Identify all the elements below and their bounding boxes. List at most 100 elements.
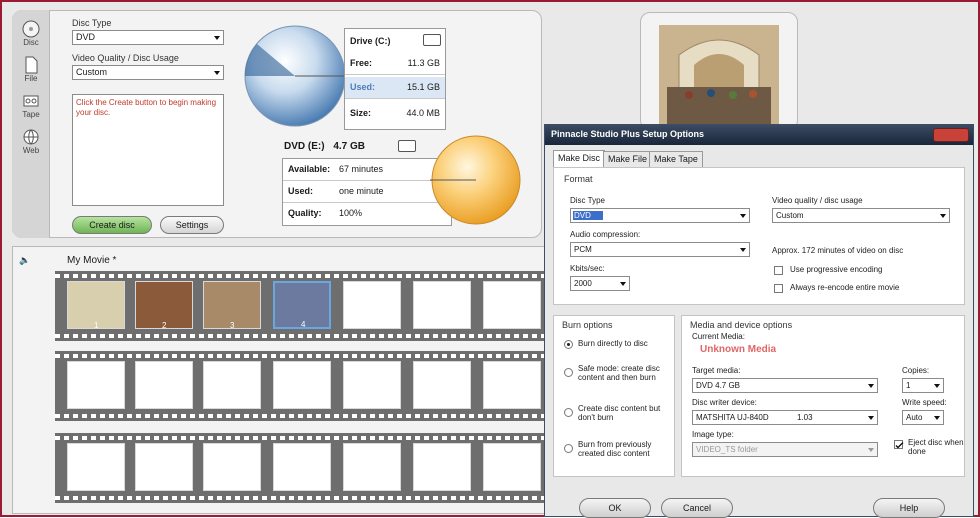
dialog-titlebar: Pinnacle Studio Plus Setup Options — [545, 125, 973, 145]
dvd-capacity: 4.7 GB — [333, 141, 366, 152]
dvd-usage-pie — [430, 135, 521, 225]
drive-usage-pie — [244, 25, 347, 127]
available-label: Available: — [288, 164, 331, 174]
media-device-label: Media and device options — [688, 320, 795, 330]
folder-icon[interactable] — [398, 140, 416, 152]
sidebar-item-tape[interactable]: Tape — [16, 90, 46, 122]
close-button[interactable] — [933, 128, 969, 142]
kbits-label: Kbits/sec: — [570, 264, 605, 273]
storyboard-empty-cell[interactable] — [483, 281, 541, 329]
storyboard-empty-cell[interactable] — [413, 281, 471, 329]
storyboard-empty-cell[interactable] — [483, 361, 541, 409]
disc-type-value: DVD — [574, 211, 591, 220]
sidebar-item-file[interactable]: File — [16, 54, 46, 86]
free-label: Free: — [350, 58, 373, 68]
tab-make-disc[interactable]: Make Disc — [553, 150, 606, 168]
storyboard-empty-cell[interactable] — [273, 361, 331, 409]
audio-toggle-icon[interactable]: 🔈 — [19, 255, 30, 266]
dialog-disc-type-select[interactable]: DVD — [570, 208, 750, 223]
storyboard-clip-selected[interactable]: 4 — [273, 281, 331, 329]
tab-make-tape[interactable]: Make Tape — [649, 151, 703, 167]
disc-type-select[interactable]: DVD — [72, 30, 224, 45]
storyboard-empty-cell[interactable] — [67, 443, 125, 491]
tab-make-file[interactable]: Make File — [603, 151, 653, 167]
dvd-quality-label: Quality: — [288, 208, 322, 218]
reencode-checkbox[interactable] — [774, 284, 783, 293]
storyboard-empty-cell[interactable] — [413, 361, 471, 409]
progressive-encoding-checkbox[interactable] — [774, 266, 783, 275]
sidebar-item-web[interactable]: Web — [16, 126, 46, 158]
storyboard-row: 1 2 3 4 — [55, 271, 575, 341]
storyboard-clip[interactable]: 2 — [135, 281, 193, 330]
folder-icon[interactable] — [423, 34, 441, 46]
dialog-video-quality-select[interactable]: Custom — [772, 208, 950, 223]
status-message-box: Click the Create button to begin making … — [72, 94, 224, 206]
storyboard-row — [55, 351, 575, 421]
write-speed-select[interactable]: Auto — [902, 410, 944, 425]
target-media-select[interactable]: DVD 4.7 GB — [692, 378, 878, 393]
dvd-used-value: one minute — [339, 186, 384, 196]
storyboard-clip[interactable]: 1 — [67, 281, 125, 330]
chevron-down-icon — [214, 36, 220, 40]
burn-from-previous-radio[interactable] — [564, 444, 573, 453]
writer-device-value: MATSHITA UJ-840D — [696, 413, 769, 422]
storyboard-empty-cell[interactable] — [135, 361, 193, 409]
burn-directly-radio[interactable] — [564, 340, 573, 349]
dvd-quality-row: Quality: 100% — [283, 203, 451, 225]
storyboard-empty-cell[interactable] — [135, 443, 193, 491]
size-label: Size: — [350, 108, 372, 118]
media-device-group: Media and device options Current Media: … — [681, 315, 965, 477]
quality-value: Custom — [76, 67, 108, 77]
write-speed-value: Auto — [906, 413, 923, 422]
image-type-value: VIDEO_TS folder — [696, 445, 758, 454]
clip-number: 1 — [94, 321, 99, 330]
quality-label: Video Quality / Disc Usage — [72, 53, 179, 63]
storyboard-empty-cell[interactable] — [483, 443, 541, 491]
create-disc-button[interactable]: Create disc — [72, 216, 152, 234]
storyboard-empty-cell[interactable] — [413, 443, 471, 491]
chevron-down-icon — [868, 384, 874, 388]
video-quality-value: Custom — [776, 211, 804, 220]
ok-button[interactable]: OK — [579, 498, 651, 518]
free-value: 11.3 GB — [407, 58, 440, 68]
quality-select[interactable]: Custom — [72, 65, 224, 80]
safe-mode-radio[interactable] — [564, 368, 573, 377]
storyboard-empty-cell[interactable] — [273, 443, 331, 491]
storyboard-empty-cell[interactable] — [67, 361, 125, 409]
chevron-down-icon — [868, 448, 874, 452]
approx-minutes-text: Approx. 172 minutes of video on disc — [772, 246, 904, 255]
status-message: Click the Create button to begin making … — [76, 98, 217, 117]
settings-button[interactable]: Settings — [160, 216, 224, 234]
copies-value: 1 — [906, 381, 911, 390]
sidebar-item-label: Disc — [23, 38, 39, 47]
burn-options-group: Burn options Burn directly to disc Safe … — [553, 315, 675, 477]
audio-compression-select[interactable]: PCM — [570, 242, 750, 257]
sidebar-item-disc[interactable]: Disc — [16, 18, 46, 50]
help-button[interactable]: Help — [873, 498, 945, 518]
storyboard-empty-cell[interactable] — [203, 443, 261, 491]
progressive-encoding-label: Use progressive encoding — [790, 265, 883, 274]
disc-type-label: Disc Type — [570, 196, 605, 205]
copies-select[interactable]: 1 — [902, 378, 944, 393]
current-media-value: Unknown Media — [700, 344, 777, 355]
drive-used-row: Used: 15.1 GB — [345, 77, 445, 99]
write-speed-label: Write speed: — [902, 398, 947, 407]
storyboard-empty-cell[interactable] — [343, 443, 401, 491]
storyboard-empty-cell[interactable] — [203, 361, 261, 409]
storyboard-empty-cell[interactable] — [343, 361, 401, 409]
clip-number: 2 — [162, 321, 167, 330]
eject-disc-label: Eject disc when done — [908, 438, 964, 457]
create-dont-burn-radio[interactable] — [564, 408, 573, 417]
chevron-down-icon — [940, 214, 946, 218]
film-perforation — [55, 496, 575, 500]
film-perforation — [55, 354, 575, 358]
kbits-select[interactable]: 2000 — [570, 276, 630, 291]
writer-device-select[interactable]: MATSHITA UJ-840D 1.03 — [692, 410, 878, 425]
storyboard-empty-cell[interactable] — [343, 281, 401, 329]
burn-option-label: Create disc content but don't burn — [578, 404, 661, 423]
image-type-select[interactable]: VIDEO_TS folder — [692, 442, 878, 457]
target-media-label: Target media: — [692, 366, 741, 375]
cancel-button[interactable]: Cancel — [661, 498, 733, 518]
storyboard-clip[interactable]: 3 — [203, 281, 261, 330]
eject-disc-checkbox[interactable] — [894, 440, 904, 449]
